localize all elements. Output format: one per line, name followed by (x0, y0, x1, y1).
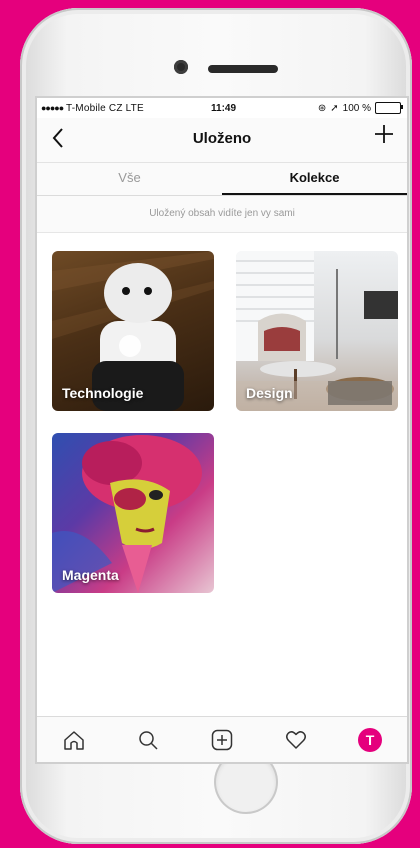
screen: ●●●●● T-Mobile CZ LTE 11:49 ⊛ ➚ 100 % Ul… (37, 98, 407, 762)
svg-text:T: T (366, 732, 375, 748)
battery-icon (375, 102, 403, 114)
page-title: Uloženo (192, 130, 252, 147)
nav-header: Uloženo (37, 118, 407, 163)
signal-dots-icon: ●●●●● (41, 103, 64, 113)
carrier-name: T-Mobile CZ (66, 103, 123, 114)
location-icon: ➚ (330, 102, 339, 114)
network-type: LTE (125, 103, 144, 114)
tab-all[interactable]: Vše (37, 163, 222, 195)
bottom-tab-bar: T (37, 716, 407, 762)
profile-avatar-icon[interactable]: T (357, 727, 383, 753)
status-bar: ●●●●● T-Mobile CZ LTE 11:49 ⊛ ➚ 100 % (37, 98, 407, 118)
privacy-notice: Uložený obsah vidíte jen vy sami (37, 196, 407, 233)
heart-icon[interactable] (283, 727, 309, 753)
alarm-icon: ⊛ (317, 102, 327, 114)
carrier-info: ●●●●● T-Mobile CZ LTE (41, 103, 144, 114)
search-icon[interactable] (135, 727, 161, 753)
collection-label: Technologie (62, 385, 144, 401)
status-right: ⊛ ➚ 100 % (317, 102, 403, 114)
battery-percent: 100 % (342, 102, 371, 114)
tab-bar: Vše Kolekce (37, 163, 407, 196)
collection-label: Magenta (62, 567, 119, 583)
collection-label: Design (246, 385, 293, 401)
status-time: 11:49 (211, 103, 237, 114)
add-post-icon[interactable] (209, 727, 235, 753)
plus-icon[interactable] (373, 122, 395, 150)
collection-card-magenta[interactable]: Magenta (52, 433, 214, 593)
collection-card-technologie[interactable]: Technologie (52, 251, 214, 411)
tab-collections[interactable]: Kolekce (222, 163, 407, 195)
front-camera (174, 60, 188, 74)
home-icon[interactable] (61, 727, 87, 753)
collection-card-design[interactable]: Design (236, 251, 398, 411)
earpiece-speaker (208, 65, 278, 73)
